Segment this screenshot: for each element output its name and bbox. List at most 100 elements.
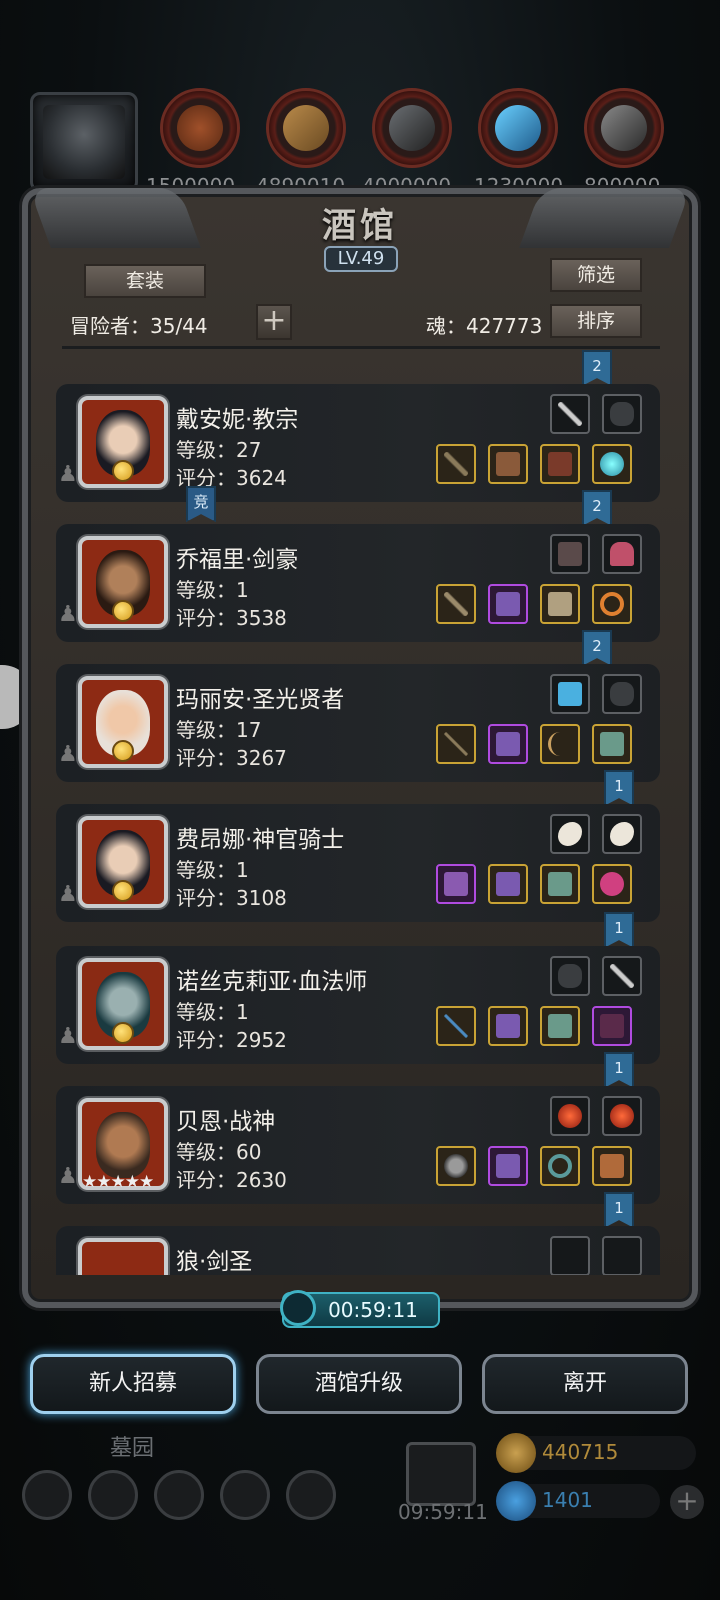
- spear-icon[interactable]: [436, 724, 476, 764]
- idle-status-icon: ♟: [58, 602, 78, 627]
- glove-icon[interactable]: [550, 1236, 590, 1275]
- castle-icon[interactable]: [154, 1470, 204, 1520]
- chat-icon[interactable]: [286, 1470, 336, 1520]
- fire-gem-icon[interactable]: [550, 1096, 590, 1136]
- star-icon[interactable]: [88, 1470, 138, 1520]
- hood-icon[interactable]: [602, 534, 642, 574]
- hero-card[interactable]: ♟ 乔福里·剑豪 等级：1 评分：3538: [56, 524, 660, 642]
- leave-button[interactable]: 离开: [482, 1354, 688, 1414]
- hero-card[interactable]: 狼·剑圣: [56, 1226, 660, 1275]
- leather-icon[interactable]: [160, 88, 240, 168]
- rank-ribbon: 1: [604, 770, 634, 806]
- hammer-icon[interactable]: [436, 864, 476, 904]
- moon-badge-icon: [112, 880, 134, 902]
- boots-icon[interactable]: [540, 444, 580, 484]
- glove-icon[interactable]: [602, 674, 642, 714]
- bracer-icon[interactable]: [540, 864, 580, 904]
- helmet-icon[interactable]: [488, 1006, 528, 1046]
- refresh-timer: 00:59:11: [280, 1290, 440, 1328]
- gift-timer: 09:59:11: [398, 1500, 488, 1524]
- hero-card[interactable]: ★★★★★ ♟ 贝恩·战神 等级：60 评分：2630: [56, 1086, 660, 1204]
- gauntlet-icon[interactable]: [550, 674, 590, 714]
- dagger-icon[interactable]: [550, 394, 590, 434]
- hero-level: 等级：17: [176, 718, 262, 742]
- crystal-icon[interactable]: [478, 88, 558, 168]
- hero-avatar: [78, 816, 168, 908]
- filter-button[interactable]: 筛选: [550, 258, 642, 292]
- moon-badge-icon: [112, 600, 134, 622]
- tavern-upgrade-button[interactable]: 酒馆升级: [256, 1354, 462, 1414]
- fang-icon[interactable]: [550, 814, 590, 854]
- wood-icon[interactable]: [266, 88, 346, 168]
- expand-slots-button[interactable]: +: [256, 304, 292, 340]
- hero-name: 玛丽安·圣光贤者: [176, 687, 345, 713]
- rank-ribbon: 1: [604, 1192, 634, 1228]
- hero-level: 等级：1: [176, 858, 249, 882]
- hero-card[interactable]: ♟ 诺丝克莉亚·血法师 等级：1 评分：2952: [56, 946, 660, 1064]
- idle-status-icon: ♟: [58, 1024, 78, 1049]
- star-rating: ★★★★★: [82, 1172, 154, 1192]
- fire-gem-icon[interactable]: [602, 1096, 642, 1136]
- hero-name: 戴安妮·教宗: [176, 407, 299, 433]
- sort-button[interactable]: 排序: [550, 304, 642, 338]
- wand-icon[interactable]: [436, 1006, 476, 1046]
- bracer-icon[interactable]: [540, 1006, 580, 1046]
- hero-card[interactable]: ♟ 戴安妮·教宗 等级：27 评分：3624: [56, 384, 660, 502]
- axe-icon[interactable]: [436, 1146, 476, 1186]
- armor-icon[interactable]: [488, 444, 528, 484]
- hero-name: 费昂娜·神官骑士: [176, 827, 345, 853]
- bracer-icon[interactable]: [592, 1146, 632, 1186]
- dragon-icon: [43, 105, 125, 179]
- gift-box-icon[interactable]: [406, 1442, 476, 1506]
- glove-icon[interactable]: [602, 394, 642, 434]
- hero-list[interactable]: 2 ♟ 戴安妮·教宗 等级：27 评分：3624 竞 2 ♟ 乔福里·剑豪 等级…: [56, 350, 660, 1275]
- glove-icon[interactable]: [550, 956, 590, 996]
- helmet-icon[interactable]: [488, 864, 528, 904]
- idle-status-icon: ♟: [58, 1164, 78, 1189]
- hero-card[interactable]: ♟ 玛丽安·圣光贤者 等级：17 评分：3267: [56, 664, 660, 782]
- gold-amount: 440715: [542, 1440, 619, 1464]
- rank-ribbon: 2: [582, 630, 612, 666]
- fang-icon[interactable]: [602, 814, 642, 854]
- bow-icon[interactable]: [540, 724, 580, 764]
- mail-icon[interactable]: [220, 1470, 270, 1520]
- helmet-icon[interactable]: [488, 584, 528, 624]
- location-label: 墓园: [110, 1436, 155, 1461]
- helmet-icon[interactable]: [488, 1146, 528, 1186]
- moon-badge-icon: [112, 460, 134, 482]
- rank-ribbon: 2: [582, 490, 612, 526]
- hero-name: 诺丝克莉亚·血法师: [176, 969, 368, 995]
- bracer-icon[interactable]: [592, 724, 632, 764]
- hero-score: 评分：3267: [176, 746, 287, 770]
- recruit-button[interactable]: 新人招募: [30, 1354, 236, 1414]
- ring-icon[interactable]: [540, 1146, 580, 1186]
- settings-icon[interactable]: [22, 1470, 72, 1520]
- gem-counter: 1401: [496, 1481, 660, 1521]
- hero-card[interactable]: ♟ 费昂娜·神官骑士 等级：1 评分：3108: [56, 804, 660, 922]
- mace-icon[interactable]: [436, 444, 476, 484]
- rank-ribbon: 2: [582, 350, 612, 386]
- armor-icon[interactable]: [540, 584, 580, 624]
- tavern-level: LV.49: [324, 246, 398, 272]
- idle-status-icon: ♟: [58, 882, 78, 907]
- fang-icon[interactable]: [602, 1236, 642, 1275]
- add-currency-button[interactable]: +: [670, 1485, 704, 1519]
- ring-icon[interactable]: [592, 584, 632, 624]
- hero-name: 贝恩·战神: [176, 1109, 276, 1135]
- feather-icon[interactable]: [550, 534, 590, 574]
- soul-count: 魂：427773: [426, 314, 543, 338]
- dagger-icon[interactable]: [602, 956, 642, 996]
- player-portrait[interactable]: [30, 92, 138, 192]
- sword-icon[interactable]: [436, 584, 476, 624]
- hero-level: 等级：60: [176, 1140, 262, 1164]
- moon-badge-icon: [112, 740, 134, 762]
- cloak-icon[interactable]: [592, 1006, 632, 1046]
- amulet-icon[interactable]: [592, 444, 632, 484]
- iron-icon[interactable]: [584, 88, 664, 168]
- gem-icon[interactable]: [592, 864, 632, 904]
- stone-icon[interactable]: [372, 88, 452, 168]
- helmet-icon[interactable]: [488, 724, 528, 764]
- set-button[interactable]: 套装: [84, 264, 206, 298]
- hero-avatar: [78, 1238, 168, 1275]
- divider: [62, 346, 660, 349]
